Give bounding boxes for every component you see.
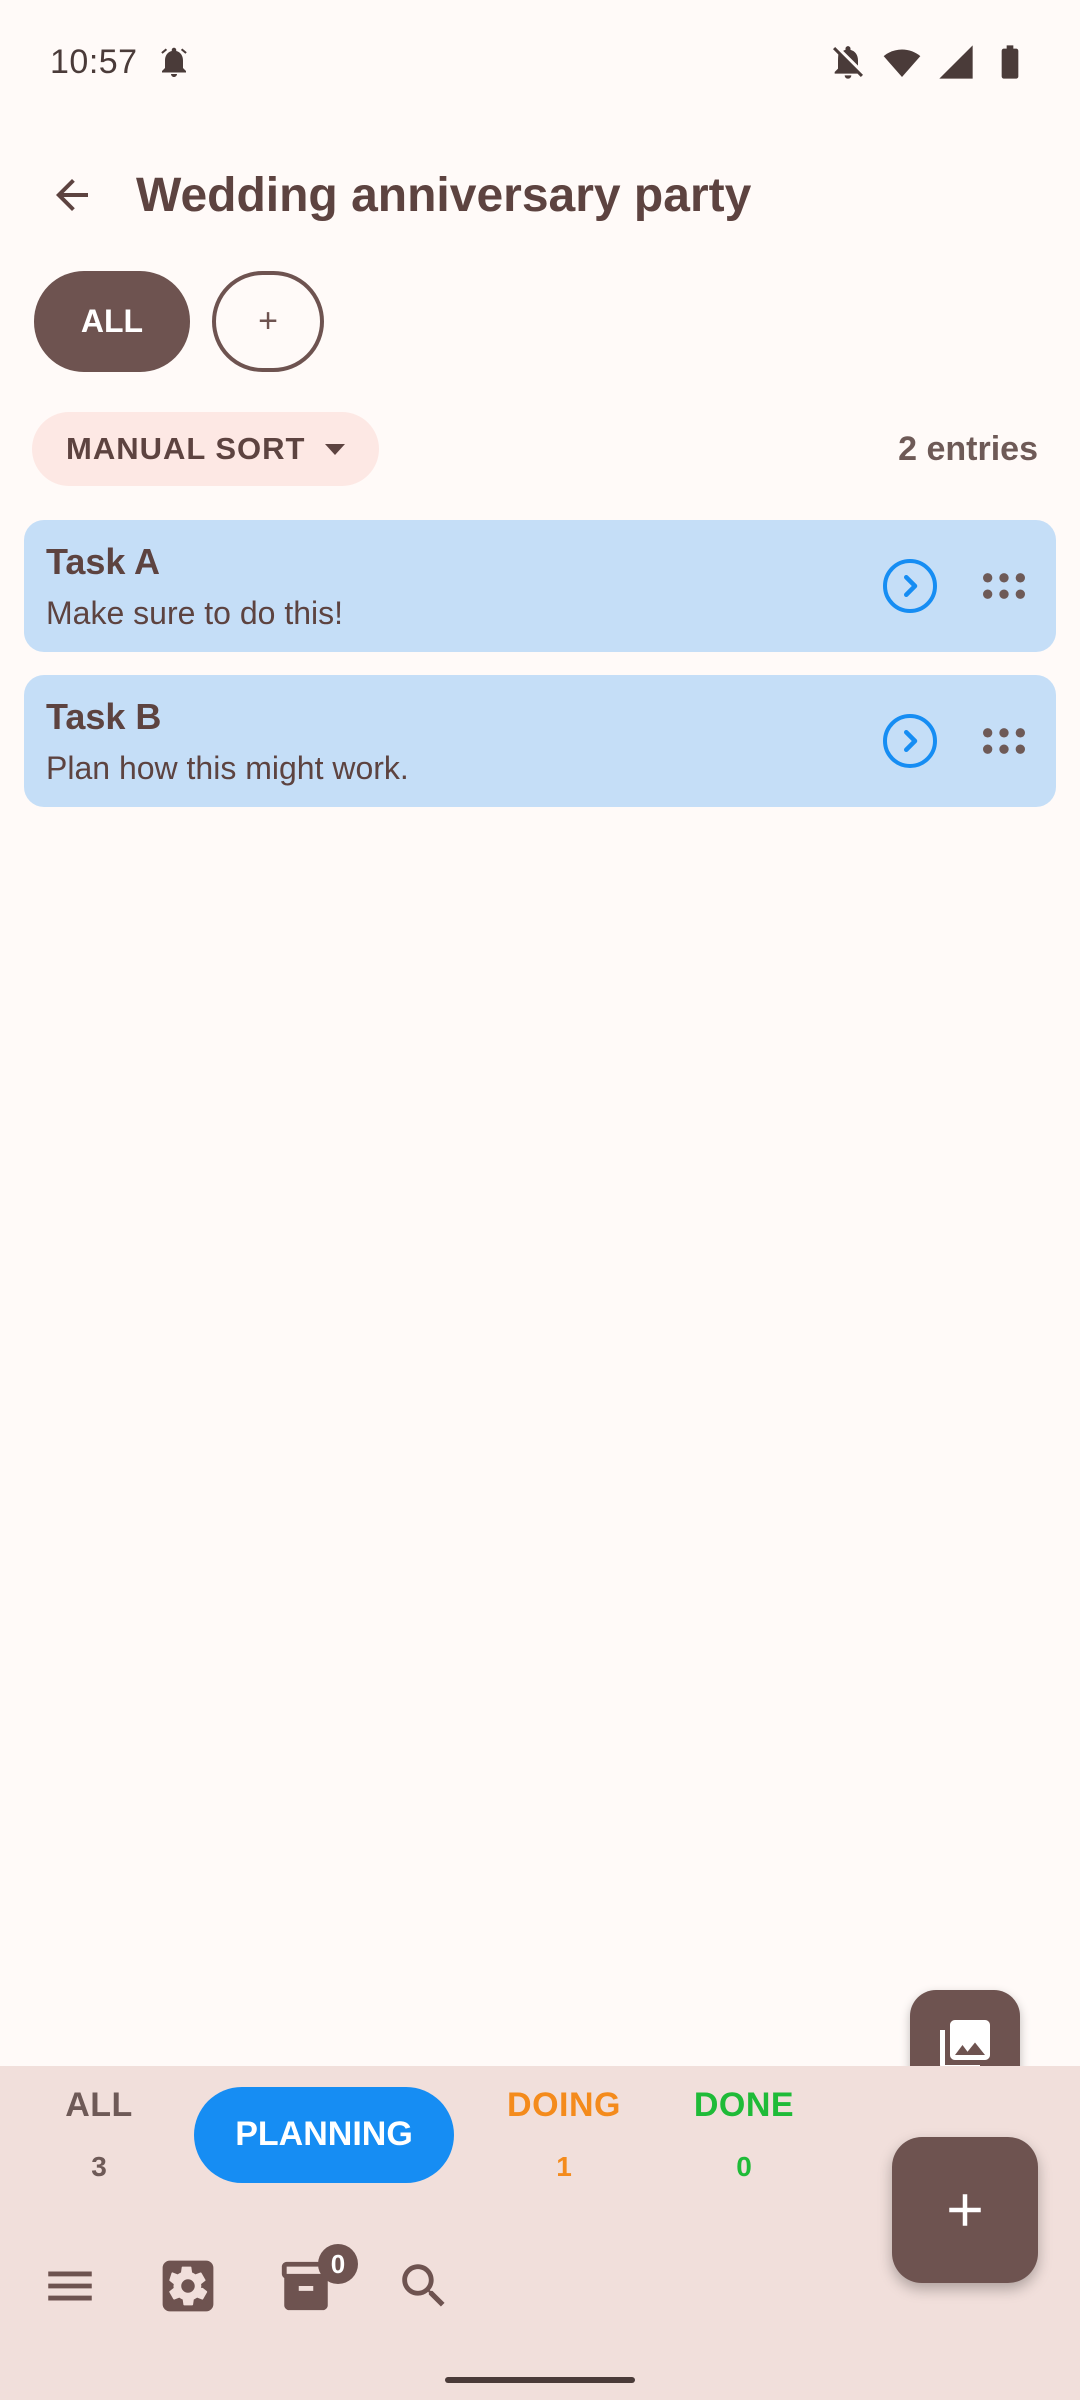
tab-all-label: ALL: [65, 2086, 133, 2124]
status-tabs: ALL 3 PLANNING DOING 1 DONE 0: [24, 2086, 834, 2183]
drag-handle-icon[interactable]: [976, 558, 1032, 614]
plus-icon: [949, 2194, 981, 2226]
tab-all-count: 3: [91, 2151, 107, 2182]
notifications-off-icon: [833, 46, 863, 79]
search-button[interactable]: [394, 2256, 454, 2316]
status-time: 10:57: [50, 42, 138, 81]
task-title: Task A: [46, 540, 161, 582]
arrow-back-icon: [56, 179, 88, 211]
status-icons: [828, 42, 1030, 82]
tab-doing-label: DOING: [507, 2086, 621, 2124]
search-icon: [402, 2264, 445, 2307]
page-title: Wedding anniversary party: [136, 168, 752, 222]
inbox-button[interactable]: 0: [276, 2244, 358, 2316]
menu-button[interactable]: [40, 2256, 100, 2316]
menu-icon: [48, 2271, 92, 2301]
inbox-badge: 0: [318, 2244, 358, 2284]
chip-all[interactable]: ALL: [34, 271, 190, 372]
gesture-bar[interactable]: [445, 2377, 635, 2383]
add-chip-button[interactable]: +: [212, 271, 324, 372]
task-card-b[interactable]: Task B Plan how this might work.: [24, 675, 1056, 807]
task-list: Task A Make sure to do this! Task B Plan…: [24, 520, 1056, 830]
tab-done[interactable]: DONE 0: [654, 2086, 834, 2183]
tab-done-label: DONE: [693, 2086, 795, 2124]
sort-row: MANUAL SORT 2 entries: [32, 412, 1038, 486]
bottom-toolbar: 0: [40, 2244, 454, 2316]
collection-chips: ALL +: [34, 271, 324, 372]
tab-doing[interactable]: DOING 1: [474, 2086, 654, 2183]
tab-doing-count: 1: [556, 2151, 572, 2182]
task-text: Task A Make sure to do this!: [46, 541, 880, 632]
sort-label: MANUAL SORT: [66, 431, 306, 466]
drag-handle-icon[interactable]: [976, 713, 1032, 769]
tab-all[interactable]: ALL 3: [24, 2086, 174, 2183]
tab-done-count: 0: [736, 2151, 752, 2182]
task-card-a[interactable]: Task A Make sure to do this!: [24, 520, 1056, 652]
open-task-icon[interactable]: [880, 556, 940, 616]
sort-dropdown[interactable]: MANUAL SORT: [32, 412, 380, 486]
battery-icon: [1001, 45, 1019, 79]
settings-icon: [162, 2260, 214, 2312]
open-task-icon[interactable]: [880, 711, 940, 771]
task-description: Make sure to do this!: [46, 594, 344, 631]
alarm-icon: [160, 47, 187, 77]
cell-signal-icon: [939, 45, 973, 79]
back-button[interactable]: [40, 163, 104, 227]
entries-count: 2 entries: [898, 429, 1038, 468]
task-title: Task B: [46, 695, 162, 737]
app-bar: Wedding anniversary party: [0, 140, 1080, 250]
status-bar: 10:57: [0, 0, 1080, 124]
task-description: Plan how this might work.: [46, 749, 409, 786]
caret-down-icon: [325, 443, 346, 455]
tab-planning[interactable]: PLANNING: [194, 2086, 454, 2183]
add-entry-button[interactable]: [892, 2137, 1038, 2283]
task-text: Task B Plan how this might work.: [46, 696, 880, 787]
settings-button[interactable]: [158, 2256, 218, 2316]
wifi-icon: [883, 49, 921, 77]
